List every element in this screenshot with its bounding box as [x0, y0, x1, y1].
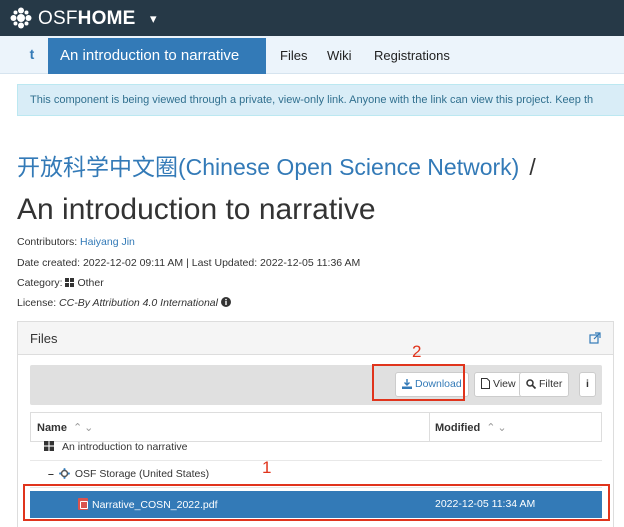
- license-label: License:: [17, 297, 57, 309]
- file-row-project[interactable]: An introduction to narrative: [30, 434, 602, 461]
- nav-registrations[interactable]: Registrations: [374, 48, 450, 63]
- breadcrumb-separator: /: [529, 154, 536, 180]
- annotation-box-download: [372, 364, 465, 401]
- top-navbar: OSFHOME ▾: [0, 0, 624, 36]
- nav-project-title[interactable]: An introduction to narrative: [48, 38, 266, 74]
- nav-wiki[interactable]: Wiki: [327, 48, 352, 63]
- project-row-name: An introduction to narrative: [62, 441, 188, 453]
- annotation-label-1: 1: [262, 458, 272, 477]
- osf-home-menu[interactable]: OSFHOME: [38, 8, 135, 30]
- license-value: CC-By Attribution 4.0 International: [59, 297, 218, 309]
- annotation-label-2: 2: [412, 342, 422, 361]
- page-title: An introduction to narrative: [17, 193, 376, 226]
- category-label: Category:: [17, 277, 63, 289]
- gear-storage-icon: [58, 468, 70, 479]
- filter-button[interactable]: Filter: [519, 372, 570, 397]
- column-name-label: Name: [37, 422, 67, 434]
- file-toolbar: Download View Filter i: [30, 365, 602, 405]
- contributors-line: Contributors: Haiyang Jin: [17, 236, 135, 248]
- external-link-icon[interactable]: [589, 332, 601, 344]
- storage-row-content: – OSF Storage (United States): [48, 468, 209, 480]
- caret-down-icon[interactable]: ▾: [150, 11, 157, 27]
- project-row-content: An introduction to narrative: [44, 441, 188, 453]
- column-modified-label: Modified: [435, 422, 481, 434]
- sort-arrows-icon[interactable]: ⌃⌄: [486, 422, 508, 434]
- column-name-header[interactable]: Name ⌃⌄: [37, 421, 95, 434]
- category-value: Other: [77, 277, 104, 289]
- nav-files[interactable]: Files: [280, 48, 307, 63]
- grid-icon: [44, 441, 54, 451]
- filter-label: Filter: [539, 378, 563, 390]
- contributors-label: Contributors:: [17, 236, 78, 248]
- view-only-alert: This component is being viewed through a…: [17, 84, 624, 116]
- contributor-link[interactable]: Haiyang Jin: [80, 236, 135, 248]
- info-circle-icon[interactable]: [220, 297, 231, 307]
- files-panel-header: Files: [18, 322, 613, 355]
- dates-line: Date created: 2022-12-02 09:11 AM | Last…: [17, 257, 361, 269]
- parent-project-heading: 开放科学中文圈(Chinese Open Science Network) /: [17, 148, 536, 182]
- sort-arrows-icon[interactable]: ⌃⌄: [73, 422, 95, 434]
- nav-parent-link[interactable]: t: [22, 46, 42, 62]
- view-label: View: [493, 378, 516, 390]
- category-line: Category: Other: [17, 277, 104, 289]
- brand-bold: HOME: [77, 8, 136, 29]
- license-line: License: CC-By Attribution 4.0 Internati…: [17, 297, 231, 309]
- view-button[interactable]: View: [474, 372, 523, 397]
- files-panel-title: Files: [30, 331, 58, 346]
- grid-icon: [65, 278, 75, 287]
- brand-thin: OSF: [38, 8, 78, 29]
- collapse-toggle-icon[interactable]: –: [48, 468, 54, 480]
- annotation-box-file: [23, 484, 610, 521]
- parent-project-link[interactable]: 开放科学中文圈(Chinese Open Science Network): [17, 154, 519, 180]
- search-icon: [526, 379, 537, 390]
- storage-row-name: OSF Storage (United States): [74, 468, 210, 480]
- osf-logo-icon[interactable]: [10, 7, 32, 29]
- info-button[interactable]: i: [579, 372, 596, 397]
- column-modified-header[interactable]: Modified ⌃⌄: [435, 421, 509, 434]
- file-icon: [481, 378, 490, 389]
